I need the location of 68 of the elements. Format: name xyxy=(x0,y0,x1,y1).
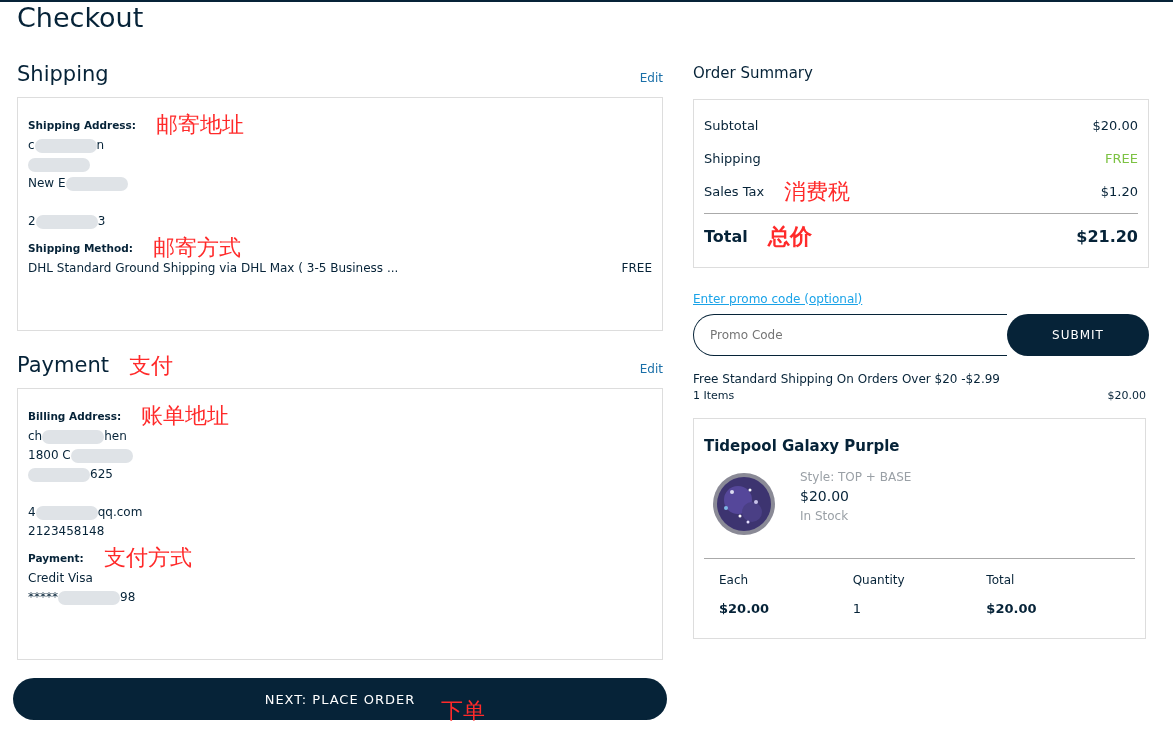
edit-link[interactable]: Edit xyxy=(639,360,663,379)
items-count: 1 Items xyxy=(693,387,735,404)
redaction-blur xyxy=(70,448,133,463)
redaction-blur xyxy=(35,505,98,520)
total-value: $21.20 xyxy=(1076,226,1138,248)
payment-text: ***** xyxy=(28,590,58,605)
annotation-text: 下单 xyxy=(441,700,485,722)
column-value: $20.00 xyxy=(719,599,771,618)
redaction-blur xyxy=(58,590,120,605)
page-title: Checkout xyxy=(17,2,145,34)
column-value: 1 xyxy=(852,599,862,618)
address-text: 4 xyxy=(28,505,36,520)
redaction-blur xyxy=(65,176,128,191)
items-total: $20.00 xyxy=(1107,387,1146,404)
summary-value: $20.00 xyxy=(1092,117,1138,136)
redaction-blur xyxy=(28,157,90,172)
summary-value: $1.20 xyxy=(1100,183,1138,202)
address-text: qq.com xyxy=(97,505,143,520)
total-label: Total xyxy=(704,226,748,248)
summary-value: FREE xyxy=(1105,150,1138,169)
address-text: ch xyxy=(28,429,43,444)
address-text: n xyxy=(96,138,105,153)
price-text: $20.00 xyxy=(800,486,850,506)
field-label: Shipping Method: xyxy=(28,241,133,254)
redaction-blur xyxy=(42,429,105,444)
column-label: Total xyxy=(986,571,1016,589)
column-value: $20.00 xyxy=(986,599,1038,618)
annotation-text: 消费税 xyxy=(784,181,851,203)
promo-link[interactable]: Enter promo code (optional) xyxy=(693,289,863,308)
redaction-blur xyxy=(28,467,90,482)
section-heading: Shipping xyxy=(17,62,109,88)
field-label: Shipping Address: xyxy=(28,118,137,131)
annotation-text: 总价 xyxy=(767,226,812,248)
address-text: 625 xyxy=(90,467,113,482)
address-text: 2 xyxy=(28,214,36,229)
address-text: 2123458148 xyxy=(28,524,105,539)
address-text: 3 xyxy=(97,214,106,229)
stock-text: In Stock xyxy=(800,507,850,525)
section-heading: Payment xyxy=(17,353,109,379)
annotation-text: 支付方式 xyxy=(103,545,192,571)
address-text: hen xyxy=(104,429,127,444)
field-label: Billing Address: xyxy=(28,409,122,422)
column-label: Each xyxy=(719,571,750,589)
payment-text: 98 xyxy=(120,590,136,605)
shipping-method-text: DHL Standard Ground Shipping via DHL Max ( 3-5 Business ... xyxy=(28,260,399,278)
field-label: Payment: xyxy=(28,551,84,564)
address-text: 1800 C xyxy=(28,448,71,463)
column-label: Quantity xyxy=(852,571,906,589)
annotation-text: 邮寄地址 xyxy=(156,112,245,138)
shipping-offer-text: Free Standard Shipping On Orders Over $20 -$2.99 xyxy=(693,370,1001,388)
address-text: New E xyxy=(28,176,66,191)
summary-label: Subtotal xyxy=(704,117,759,136)
summary-label: Shipping xyxy=(704,150,761,169)
shipping-price: FREE xyxy=(621,260,652,278)
edit-link[interactable]: Edit xyxy=(639,69,663,88)
redaction-blur xyxy=(34,138,97,153)
payment-text: Credit Visa xyxy=(28,571,93,586)
section-heading: Order Summary xyxy=(693,63,814,84)
annotation-text: 账单地址 xyxy=(141,403,230,429)
redaction-blur xyxy=(35,214,98,229)
product-name: Tidepool Galaxy Purple xyxy=(704,436,901,457)
submit-button[interactable]: SUBMIT xyxy=(1007,313,1149,356)
style-text: Style: TOP + BASE xyxy=(800,468,912,486)
annotation-text: 邮寄方式 xyxy=(152,235,241,261)
annotation-text: 支付 xyxy=(128,354,173,377)
address-text: c xyxy=(28,138,35,153)
summary-label: Sales Tax xyxy=(704,183,765,202)
promo-code-field[interactable]: Promo Code xyxy=(693,313,1007,356)
